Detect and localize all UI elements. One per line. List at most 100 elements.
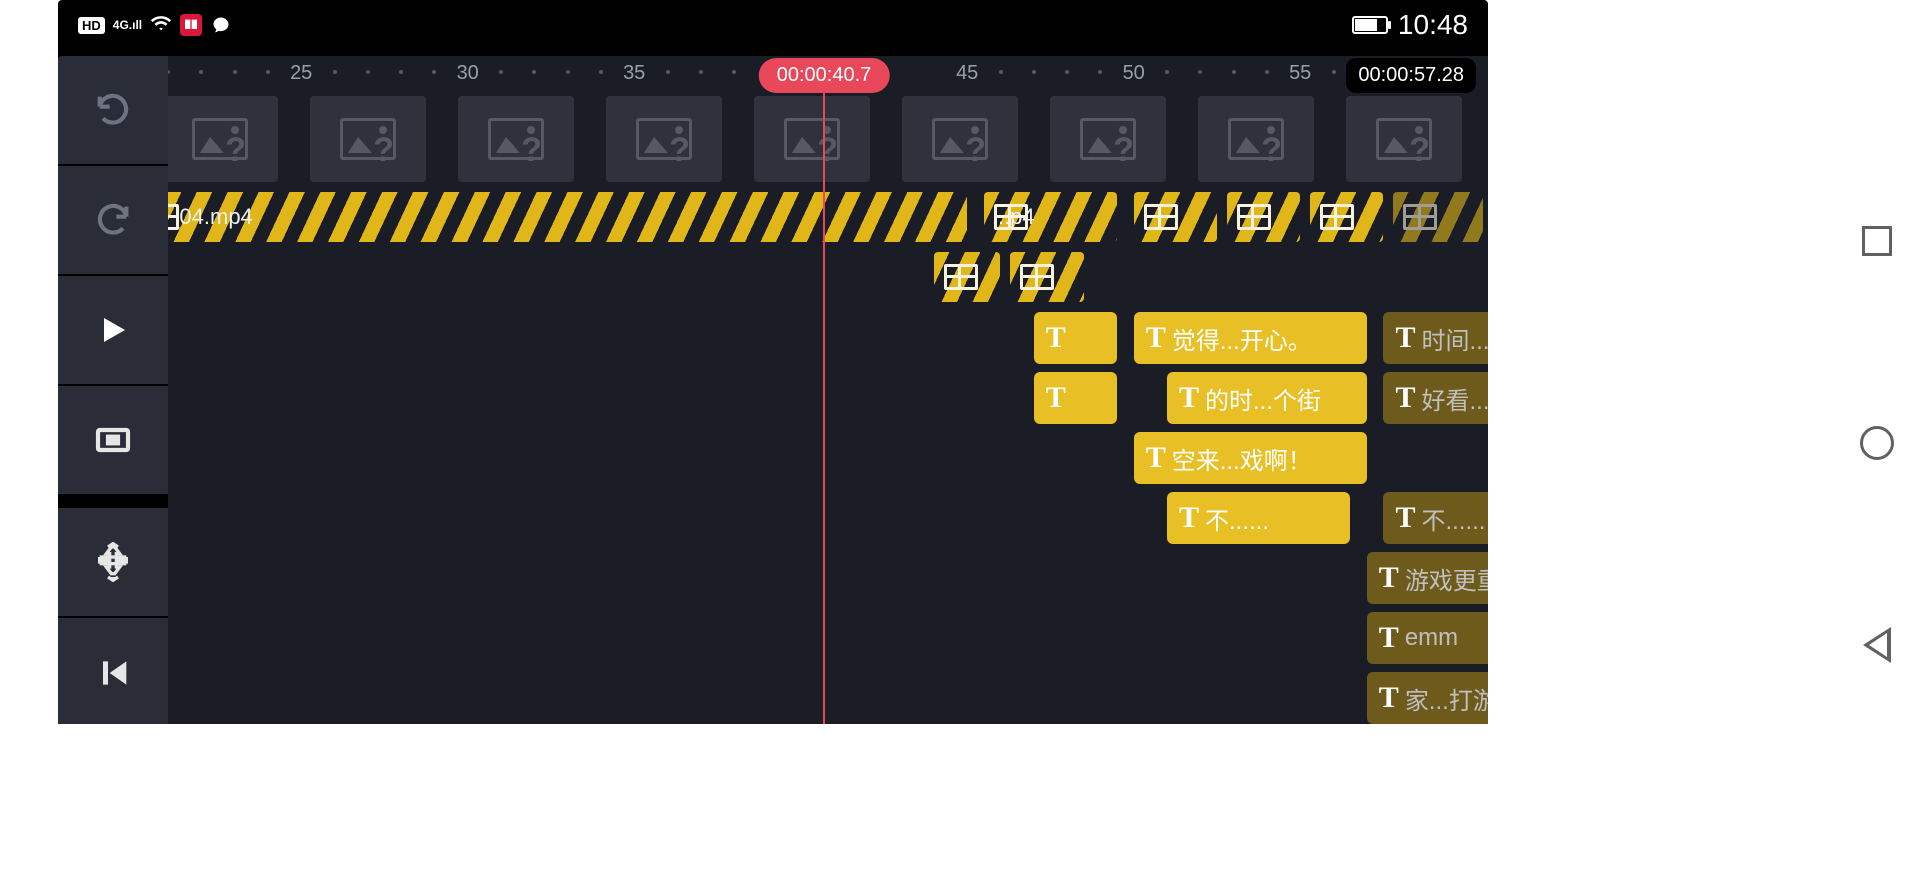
text-track-2[interactable]: TT的时...个街T好看...常 <box>168 372 1488 424</box>
thumb-placeholder[interactable]: ? <box>458 96 574 182</box>
film-icon <box>1237 204 1271 230</box>
video-track-1[interactable]: 20_04.mp4 ...p4 <box>168 192 1488 242</box>
video-track-2[interactable] <box>168 252 1488 302</box>
text-clip[interactable]: T <box>1034 372 1117 424</box>
text-clip[interactable]: T不...... <box>1383 492 1488 544</box>
video-clip[interactable] <box>1393 192 1483 242</box>
text-clip-label: emm <box>1405 624 1458 652</box>
thumb-placeholder[interactable]: ? <box>606 96 722 182</box>
hd-badge: HD <box>78 17 105 34</box>
text-clip-label: 空来...戏啊！ <box>1172 441 1312 476</box>
text-clip-label: 时间...逛个 <box>1421 321 1488 356</box>
text-icon: T <box>1395 321 1415 355</box>
thumb-placeholder[interactable]: ? <box>1198 96 1314 182</box>
clip-label: 20_04.mp4 <box>168 204 253 230</box>
text-clip[interactable]: T好看...常 <box>1383 372 1488 424</box>
text-icon: T <box>1046 381 1066 415</box>
text-clip[interactable]: T <box>1034 312 1117 364</box>
status-left: HD 4G.ıll <box>78 12 232 39</box>
text-clip[interactable]: T家...打游 <box>1367 672 1488 724</box>
undo-button[interactable] <box>58 56 168 166</box>
text-track-6[interactable]: Temm <box>168 612 1488 664</box>
wifi-icon <box>150 12 172 39</box>
editor: 253035455055 00:00:57.28 00:00:40.7 ????… <box>58 56 1488 724</box>
video-clip[interactable]: 20_04.mp4 <box>168 192 967 242</box>
sidebar <box>58 56 168 724</box>
text-track-3[interactable]: T空来...戏啊！ <box>168 432 1488 484</box>
video-clip[interactable] <box>1134 192 1217 242</box>
text-clip[interactable]: T的时...个街 <box>1167 372 1367 424</box>
text-icon: T <box>1379 561 1399 595</box>
text-clip[interactable]: T不...... <box>1167 492 1350 544</box>
text-clip-label: 的时...个街 <box>1205 381 1321 416</box>
back-button[interactable] <box>1857 625 1897 665</box>
text-icon: T <box>1379 621 1399 655</box>
text-icon: T <box>1146 441 1166 475</box>
text-clip[interactable]: T游戏更重要 <box>1367 552 1488 604</box>
text-icon: T <box>1379 681 1399 715</box>
text-icon: T <box>1395 381 1415 415</box>
ruler-tick: 30 <box>457 62 479 85</box>
text-track-1[interactable]: TT觉得...开心。T时间...逛个 <box>168 312 1488 364</box>
video-clip[interactable] <box>1227 192 1300 242</box>
status-right: 10:48 <box>1352 9 1468 41</box>
text-track-5[interactable]: T游戏更重要 <box>168 552 1488 604</box>
playhead-line[interactable] <box>823 90 825 724</box>
text-clip-label: 不...... <box>1421 501 1485 536</box>
ruler-tick: 50 <box>1123 62 1145 85</box>
recents-button[interactable] <box>1857 221 1897 261</box>
chat-icon <box>210 14 232 36</box>
text-clip-label: 家...打游 <box>1405 681 1488 716</box>
film-icon <box>1144 204 1178 230</box>
align-button[interactable] <box>58 508 168 618</box>
text-track-7[interactable]: T家...打游 <box>168 672 1488 724</box>
video-clip[interactable]: ...p4 <box>984 192 1117 242</box>
text-icon: T <box>1179 501 1199 535</box>
thumb-row: ????????? <box>168 92 1488 192</box>
thumb-placeholder[interactable]: ? <box>168 96 278 182</box>
text-clip-label: 游戏更重要 <box>1405 561 1488 596</box>
text-icon: T <box>1179 381 1199 415</box>
device-frame: HD 4G.ıll 10:48 <box>58 0 1488 724</box>
text-clip[interactable]: T觉得...开心。 <box>1134 312 1367 364</box>
signal-4g: 4G.ıll <box>113 18 142 32</box>
clip-label: ...p4 <box>992 204 1035 230</box>
text-clip-label: 好看...常 <box>1421 381 1488 416</box>
android-nav <box>1834 0 1920 886</box>
duration-chip: 00:00:57.28 <box>1346 58 1476 93</box>
text-clip[interactable]: Temm <box>1367 612 1488 664</box>
text-icon: T <box>1146 321 1166 355</box>
video-clip[interactable] <box>934 252 1001 302</box>
book-icon <box>180 14 202 36</box>
text-clip[interactable]: T空来...戏啊！ <box>1134 432 1367 484</box>
film-icon <box>1020 264 1054 290</box>
video-clip[interactable] <box>1310 192 1383 242</box>
playhead-chip[interactable]: 00:00:40.7 <box>759 58 890 93</box>
battery-icon <box>1352 16 1388 34</box>
redo-button[interactable] <box>58 166 168 276</box>
film-icon <box>1320 204 1354 230</box>
play-button[interactable] <box>58 276 168 386</box>
text-clip-label: 不...... <box>1205 501 1269 536</box>
ruler-tick: 25 <box>290 62 312 85</box>
tracks: ????????? 20_04.mp4...p4 TT觉得...开心。T时间..… <box>168 92 1488 724</box>
thumb-placeholder[interactable]: ? <box>310 96 426 182</box>
thumb-placeholder[interactable]: ? <box>902 96 1018 182</box>
thumb-placeholder[interactable]: ? <box>1050 96 1166 182</box>
capture-button[interactable] <box>58 386 168 496</box>
text-track-4[interactable]: T不......T不...... <box>168 492 1488 544</box>
thumb-placeholder[interactable]: ? <box>754 96 870 182</box>
text-icon: T <box>1046 321 1066 355</box>
home-button[interactable] <box>1857 423 1897 463</box>
text-clip[interactable]: T时间...逛个 <box>1383 312 1488 364</box>
timeline[interactable]: 253035455055 00:00:57.28 00:00:40.7 ????… <box>168 56 1488 724</box>
ruler-tick: 35 <box>623 62 645 85</box>
film-icon <box>944 264 978 290</box>
clock: 10:48 <box>1398 9 1468 41</box>
video-clip[interactable] <box>1010 252 1083 302</box>
text-clip-label: 觉得...开心。 <box>1172 321 1312 356</box>
skip-start-button[interactable] <box>58 618 168 724</box>
thumb-placeholder[interactable]: ? <box>1346 96 1462 182</box>
ruler-tick: 45 <box>956 62 978 85</box>
text-icon: T <box>1395 501 1415 535</box>
